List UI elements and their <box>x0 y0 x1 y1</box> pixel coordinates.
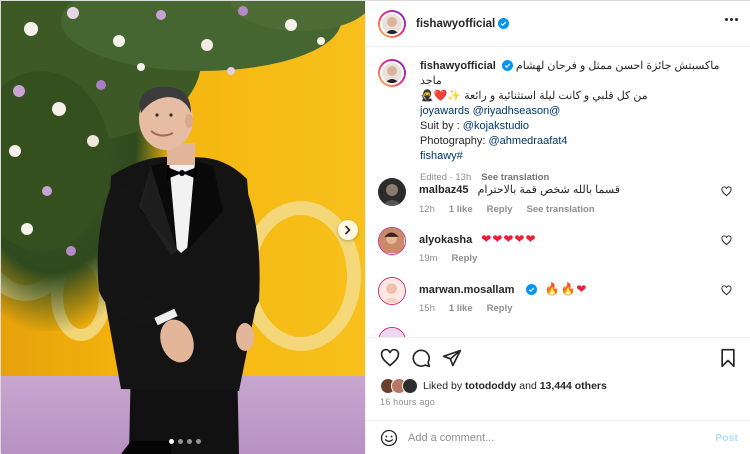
carousel-indicator <box>169 439 201 444</box>
avatar[interactable] <box>378 227 406 255</box>
comment-text: ❤❤❤❤❤ <box>481 232 537 246</box>
post-photo <box>1 1 365 454</box>
photographer-handle-link[interactable]: @ahmedraafat4 <box>489 135 568 147</box>
comment-item: alyokasha ❤❤❤❤❤ 19m Reply <box>378 227 738 267</box>
suit-handle-link[interactable]: @kojakstudio <box>463 120 529 132</box>
comment-icon[interactable] <box>411 348 431 368</box>
profile-avatar-icon <box>385 66 399 83</box>
carousel-dot <box>196 439 201 444</box>
caption-avatar[interactable] <box>378 59 406 87</box>
avatar[interactable] <box>378 277 406 305</box>
post-modal: fishawyofficial fishawyofficial ماكسبتش … <box>0 0 750 454</box>
carousel-dot <box>178 439 183 444</box>
profile-avatar-icon <box>385 16 399 34</box>
like-comment-heart-icon[interactable] <box>721 186 732 197</box>
caption-line-2: من كل قلبي و كانت ليلة استثنائية و رائعة… <box>420 90 648 102</box>
post-comment-button[interactable]: Post <box>715 432 738 444</box>
reply-button[interactable]: Reply <box>451 253 477 264</box>
comment-time: 15h <box>419 303 435 314</box>
comment-time: 19m <box>419 253 438 264</box>
comment-likes[interactable]: 1 like <box>449 303 473 314</box>
comment-text: قسما بالله شخص قمة بالاحترام <box>477 184 620 196</box>
add-comment-bar: Post <box>366 420 750 454</box>
caption-mentions[interactable]: joyawards @riyadhseason@ <box>420 104 738 119</box>
like-comment-heart-icon[interactable] <box>721 235 732 246</box>
avatar[interactable] <box>378 327 406 337</box>
caption-username[interactable]: fishawyofficial <box>420 60 496 72</box>
post-sidebar: fishawyofficial fishawyofficial ماكسبتش … <box>365 1 750 454</box>
carousel-dot <box>187 439 192 444</box>
carousel-dot-active <box>169 439 174 444</box>
emoji-icon[interactable] <box>380 429 398 447</box>
man-in-tuxedo <box>97 86 260 454</box>
comment-username[interactable]: marwan.mosallam <box>419 284 514 296</box>
verified-badge-icon <box>526 284 538 295</box>
comment-likes[interactable]: 1 like <box>449 204 473 215</box>
comment-time: 12h <box>419 204 435 215</box>
verified-badge-icon <box>498 18 510 29</box>
post-author-username[interactable]: fishawyofficial <box>416 18 495 30</box>
avatar[interactable] <box>378 178 406 206</box>
chevron-right-icon <box>345 225 351 235</box>
avatar[interactable] <box>378 9 406 38</box>
comment-text: 🔥🔥❤ <box>544 282 588 296</box>
liked-by-user-link[interactable]: totododdy <box>465 380 516 392</box>
comment-item: malbaz45 قسما بالله شخص قمة بالاحترام 12… <box>378 178 738 218</box>
comment-username[interactable]: malbaz45 <box>419 184 469 196</box>
caption-hashtag[interactable]: fishawy# <box>420 149 738 164</box>
like-comment-heart-icon[interactable] <box>721 285 732 296</box>
comment-item-partial <box>378 327 738 337</box>
post-actions: Liked by totododdy and 13,444 others 16 … <box>366 337 750 447</box>
caption-photo-credit: Photography: @ahmedraafat4 <box>420 135 568 147</box>
comment-input[interactable] <box>408 431 698 444</box>
likes-count-link[interactable]: 13,444 others <box>540 380 607 392</box>
post-time[interactable]: 16 hours ago <box>380 397 435 407</box>
post-header: fishawyofficial <box>366 1 750 47</box>
see-translation-link[interactable]: See translation <box>527 204 595 215</box>
liker-avatar[interactable] <box>402 378 418 394</box>
comment-username[interactable]: alyokasha <box>419 234 472 246</box>
reply-button[interactable]: Reply <box>487 303 513 314</box>
caption-suit-credit: Suit by : @kojakstudio <box>420 120 529 132</box>
verified-badge-icon <box>501 60 513 71</box>
save-bookmark-icon[interactable] <box>718 348 738 368</box>
comments-scroll-area[interactable]: fishawyofficial ماكسبتش جائزة احسن ممثل … <box>366 47 750 337</box>
more-options-icon[interactable] <box>725 18 738 21</box>
reply-button[interactable]: Reply <box>487 204 513 215</box>
like-heart-icon[interactable] <box>380 348 400 368</box>
share-paper-plane-icon[interactable] <box>442 348 462 368</box>
likes-summary: Liked by totododdy and 13,444 others <box>380 378 607 394</box>
comment-item: marwan.mosallam 🔥🔥❤ 15h 1 like Reply <box>378 277 738 317</box>
next-slide-button[interactable] <box>338 220 358 240</box>
